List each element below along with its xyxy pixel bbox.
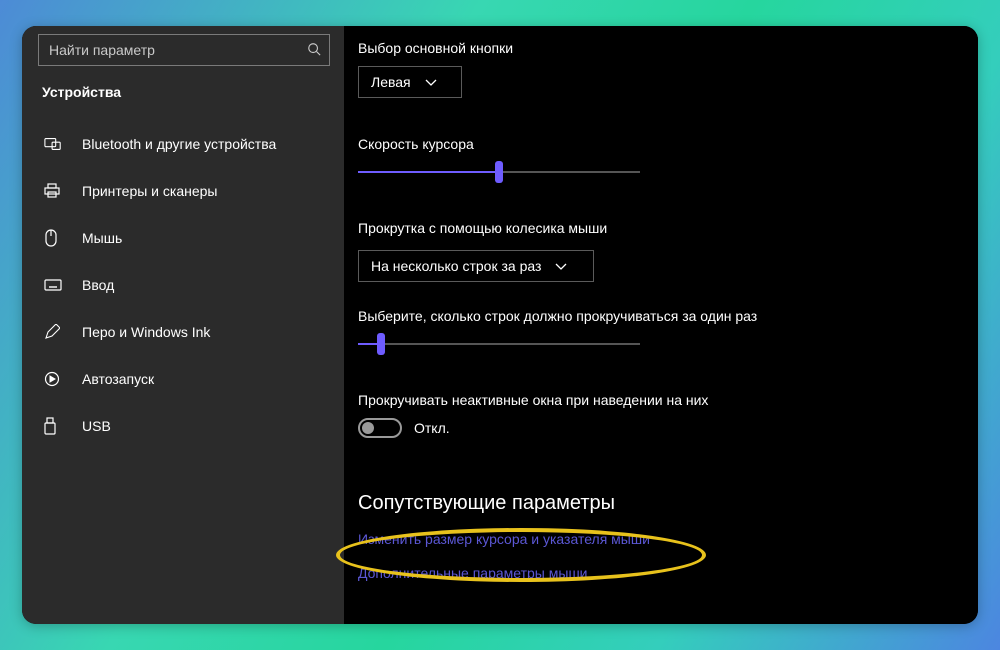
sidebar-item-bluetooth[interactable]: Bluetooth и другие устройства: [24, 120, 344, 167]
sidebar-item-pen[interactable]: Перо и Windows Ink: [24, 308, 344, 355]
sidebar-item-label: USB: [82, 418, 111, 434]
link-cursor-size[interactable]: Изменить размер курсора и указателя мыши: [358, 531, 650, 547]
settings-window: Устройства Bluetooth и другие устройства…: [22, 26, 978, 624]
primary-button-dropdown[interactable]: Левая: [358, 66, 462, 98]
sidebar-item-typing[interactable]: Ввод: [24, 261, 344, 308]
search-icon: [307, 42, 321, 59]
sidebar-item-usb[interactable]: USB: [24, 402, 344, 449]
keyboard-icon: [44, 279, 68, 291]
autoplay-icon: [44, 371, 68, 387]
sidebar-item-mouse[interactable]: Мышь: [24, 214, 344, 261]
link-additional-mouse[interactable]: Дополнительные параметры мыши: [358, 565, 588, 581]
usb-icon: [44, 417, 68, 435]
devices-icon: [44, 137, 68, 151]
scroll-mode-dropdown[interactable]: На несколько строк за раз: [358, 250, 594, 282]
mouse-icon: [44, 229, 68, 247]
pen-icon: [44, 324, 68, 340]
chevron-down-icon: [555, 258, 567, 274]
sidebar: Устройства Bluetooth и другие устройства…: [22, 26, 344, 624]
sidebar-item-label: Ввод: [82, 277, 114, 293]
scroll-lines-label: Выберите, сколько строк должно прокручив…: [358, 308, 978, 324]
related-params-heading: Сопутствующие параметры: [358, 492, 978, 515]
sidebar-item-label: Bluetooth и другие устройства: [82, 136, 276, 152]
dropdown-value: Левая: [371, 74, 411, 90]
sidebar-item-label: Принтеры и сканеры: [82, 183, 217, 199]
inactive-scroll-label: Прокручивать неактивные окна при наведен…: [358, 392, 978, 408]
sidebar-item-label: Мышь: [82, 230, 122, 246]
dropdown-value: На несколько строк за раз: [371, 258, 541, 274]
search-box[interactable]: [38, 34, 330, 66]
inactive-scroll-toggle[interactable]: [358, 418, 402, 438]
scroll-lines-slider[interactable]: [358, 334, 640, 354]
primary-button-label: Выбор основной кнопки: [358, 40, 978, 56]
printer-icon: [44, 183, 68, 199]
sidebar-item-label: Перо и Windows Ink: [82, 324, 210, 340]
scroll-mode-label: Прокрутка с помощью колесика мыши: [358, 220, 978, 236]
toggle-state-label: Откл.: [414, 420, 450, 436]
search-input[interactable]: [49, 42, 307, 58]
chevron-down-icon: [425, 74, 437, 90]
sidebar-item-label: Автозапуск: [82, 371, 154, 387]
sidebar-item-autoplay[interactable]: Автозапуск: [24, 355, 344, 402]
main-panel: Выбор основной кнопки Левая Скорость кур…: [344, 26, 978, 624]
sidebar-item-printers[interactable]: Принтеры и сканеры: [24, 167, 344, 214]
cursor-speed-label: Скорость курсора: [358, 136, 978, 152]
sidebar-category-title: Устройства: [24, 84, 344, 120]
cursor-speed-slider[interactable]: [358, 162, 640, 182]
